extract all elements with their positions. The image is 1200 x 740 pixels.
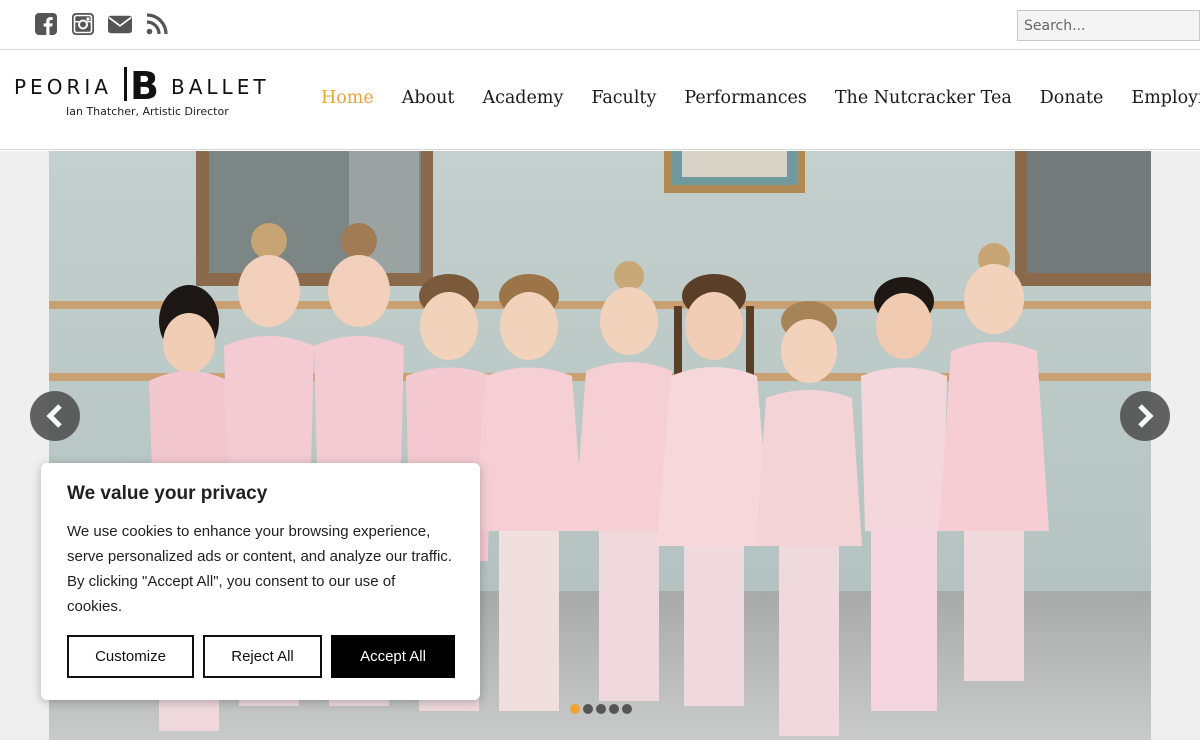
slider-dot-2[interactable] [583, 704, 593, 714]
site-header: PEORIA B BALLET Ian Thatcher, Artistic D… [0, 51, 1200, 150]
site-logo[interactable]: PEORIA B BALLET Ian Thatcher, Artistic D… [14, 65, 266, 121]
cookie-actions: Customize Reject All Accept All [67, 635, 455, 678]
top-bar [0, 0, 1200, 50]
logo-monogram-letter: B [130, 65, 158, 103]
cookie-body: We use cookies to enhance your browsing … [67, 523, 452, 615]
nav-item-about[interactable]: About [402, 88, 455, 108]
logo-word-right: BALLET [171, 75, 270, 99]
cookie-consent-dialog: We value your privacy We use cookies to … [41, 463, 480, 700]
nav-item-nutcracker-tea[interactable]: The Nutcracker Tea [835, 88, 1012, 108]
nav-item-donate[interactable]: Donate [1040, 88, 1104, 108]
chevron-right-icon [1138, 404, 1154, 428]
nav-item-academy[interactable]: Academy [482, 88, 563, 108]
nav-item-home[interactable]: Home [321, 88, 374, 108]
logo-subtitle: Ian Thatcher, Artistic Director [66, 105, 229, 118]
rss-icon[interactable] [145, 12, 169, 36]
accept-all-button[interactable]: Accept All [331, 635, 455, 678]
email-icon[interactable] [108, 12, 132, 36]
logo-monogram: B [124, 65, 158, 103]
facebook-icon[interactable] [34, 12, 58, 36]
main-nav: Home About Academy Faculty Performances … [321, 88, 1200, 108]
nav-item-performances[interactable]: Performances [684, 88, 807, 108]
slider-dot-5[interactable] [622, 704, 632, 714]
slider-prev-button[interactable] [30, 391, 80, 441]
logo-word-left: PEORIA [14, 75, 112, 99]
cookie-title: We value your privacy [67, 483, 268, 504]
reject-all-button[interactable]: Reject All [203, 635, 322, 678]
slider-next-button[interactable] [1120, 391, 1170, 441]
chevron-left-icon [46, 404, 62, 428]
instagram-icon[interactable] [71, 12, 95, 36]
nav-item-employment[interactable]: Employment [1131, 88, 1200, 108]
customize-button[interactable]: Customize [67, 635, 194, 678]
slider-pagination [570, 704, 632, 714]
social-links [34, 12, 169, 36]
slider-dot-4[interactable] [609, 704, 619, 714]
nav-item-faculty[interactable]: Faculty [591, 88, 656, 108]
slider-dot-1[interactable] [570, 704, 580, 714]
slider-dot-3[interactable] [596, 704, 606, 714]
search-input[interactable] [1017, 10, 1200, 41]
